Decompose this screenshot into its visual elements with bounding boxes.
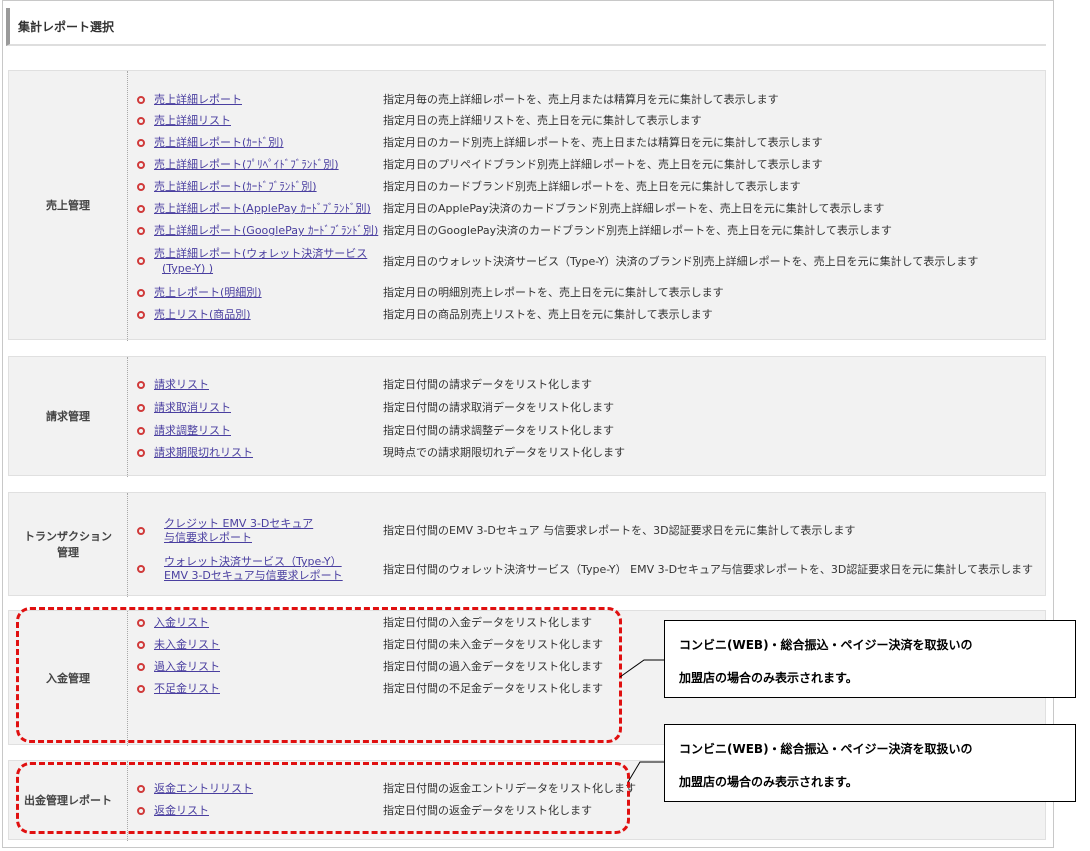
callout-line2: 加盟店の場合のみ表示されます。 [679,775,858,789]
callout-line1: コンビニ(WEB)・総合振込・ペイジー決済を取扱いの [679,638,973,652]
callout-note-deposit: コンビニ(WEB)・総合振込・ペイジー決済を取扱いの 加盟店の場合のみ表示されま… [664,620,1076,698]
callout-note-payout: コンビニ(WEB)・総合振込・ペイジー決済を取扱いの 加盟店の場合のみ表示されま… [664,724,1076,802]
callout-line2: 加盟店の場合のみ表示されます。 [679,671,858,685]
callout-line1: コンビニ(WEB)・総合振込・ペイジー決済を取扱いの [679,742,973,756]
